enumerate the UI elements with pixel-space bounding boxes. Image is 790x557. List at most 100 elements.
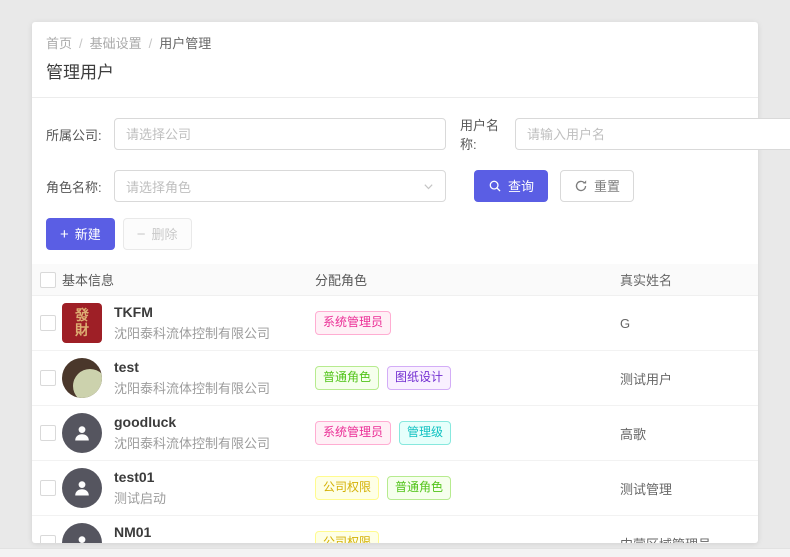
user-company: 沈阳泰科流体控制有限公司 [114, 323, 270, 342]
reset-button[interactable]: 重置 [560, 170, 634, 202]
role-select-placeholder: 请选择角色 [126, 177, 191, 196]
filter-row-2: 角色名称: 请选择角色 查询 [46, 170, 744, 202]
user-text: TKFM 沈阳泰科流体控制有限公司 [114, 304, 270, 342]
select-all-checkbox[interactable] [40, 272, 56, 288]
minus-icon: − [137, 227, 146, 242]
username-label: 用户名称: [460, 115, 515, 153]
company-label: 所属公司: [46, 125, 114, 144]
user-text: test 沈阳泰科流体控制有限公司 [114, 359, 270, 397]
user-name: test [114, 359, 270, 375]
avatar [62, 358, 102, 398]
search-button[interactable]: 查询 [474, 170, 548, 202]
company-input[interactable] [114, 118, 446, 150]
role-tag: 系统管理员 [315, 311, 391, 334]
username-input[interactable] [515, 118, 790, 150]
card-head: 首页 / 基础设置 / 用户管理 管理用户 [32, 22, 758, 84]
real-name: 测试用户 [620, 369, 758, 388]
role-tags: 系统管理员 [315, 311, 620, 334]
person-icon [71, 477, 93, 499]
role-tag: 公司权限 [315, 531, 379, 543]
breadcrumb-user-management: 用户管理 [159, 35, 211, 52]
row-checkbox[interactable] [40, 535, 56, 543]
delete-button[interactable]: − 删除 [123, 218, 192, 250]
avatar [62, 413, 102, 453]
avatar [62, 523, 102, 543]
create-button-label: 新建 [75, 228, 101, 241]
user-name: test01 [114, 469, 166, 485]
basic-info-cell: goodluck 沈阳泰科流体控制有限公司 [62, 413, 315, 453]
role-tag: 普通角色 [315, 366, 379, 389]
role-tags: 公司权限普通角色 [315, 476, 620, 499]
row-checkbox[interactable] [40, 480, 56, 496]
table-row: 發財 TKFM 沈阳泰科流体控制有限公司 系统管理员 G [32, 296, 758, 351]
real-name: 内蒙区域管理员 [620, 534, 758, 544]
user-name: TKFM [114, 304, 270, 320]
person-icon [71, 532, 93, 543]
row-checkbox-cell [32, 535, 62, 543]
breadcrumb: 首页 / 基础设置 / 用户管理 [46, 35, 744, 52]
header-basic-info-label: 基本信息 [62, 270, 114, 289]
basic-info-cell: test 沈阳泰科流体控制有限公司 [62, 358, 315, 398]
real-name: 测试管理 [620, 479, 758, 498]
real-name: 高歌 [620, 424, 758, 443]
role-tag: 图纸设计 [387, 366, 451, 389]
avatar [62, 468, 102, 508]
basic-info-cell: test01 测试启动 [62, 468, 315, 508]
filter-row-1: 所属公司: 用户名称: [46, 115, 744, 153]
breadcrumb-basic-settings[interactable]: 基础设置 [90, 35, 142, 52]
role-label: 角色名称: [46, 177, 114, 196]
filter-buttons: 查询 重置 [474, 170, 634, 202]
search-icon [488, 179, 502, 193]
reset-button-label: 重置 [594, 180, 620, 193]
basic-info-cell: NM01 内蒙古盛和热力有限公司 [62, 523, 315, 543]
role-tag: 公司权限 [315, 476, 379, 499]
person-icon [71, 422, 93, 444]
user-text: test01 测试启动 [114, 469, 166, 507]
user-name: NM01 [114, 524, 257, 540]
create-button[interactable]: + 新建 [46, 218, 115, 250]
basic-info-cell: 發財 TKFM 沈阳泰科流体控制有限公司 [62, 303, 315, 343]
role-select[interactable]: 请选择角色 [114, 170, 446, 202]
chevron-down-icon [423, 181, 434, 192]
header-real-name: 真实姓名 [620, 270, 758, 289]
real-name: G [620, 316, 758, 331]
delete-button-label: 删除 [152, 228, 178, 241]
row-checkbox-cell [32, 480, 62, 496]
search-button-label: 查询 [508, 180, 534, 193]
avatar: 發財 [62, 303, 102, 343]
horizontal-scrollbar[interactable] [0, 548, 790, 557]
row-checkbox-cell [32, 370, 62, 386]
header-real-name-label: 真实姓名 [620, 273, 672, 288]
header-basic-info: 基本信息 [62, 270, 315, 289]
row-checkbox[interactable] [40, 370, 56, 386]
filter-section: 所属公司: 用户名称: 角色名称: 请选择角色 [32, 98, 758, 250]
table-body: 發財 TKFM 沈阳泰科流体控制有限公司 系统管理员 G test 沈阳泰科流体… [32, 296, 758, 543]
breadcrumb-separator: / [79, 35, 83, 52]
company-field: 所属公司: [46, 118, 446, 150]
header-roles-label: 分配角色 [315, 270, 367, 289]
table-row: test01 测试启动 公司权限普通角色 测试管理 [32, 461, 758, 516]
user-company: 沈阳泰科流体控制有限公司 [114, 378, 270, 397]
header-checkbox-cell [32, 272, 62, 288]
breadcrumb-home[interactable]: 首页 [46, 35, 72, 52]
breadcrumb-separator: / [149, 35, 153, 52]
user-company: 测试启动 [114, 488, 166, 507]
table-row: test 沈阳泰科流体控制有限公司 普通角色图纸设计 测试用户 [32, 351, 758, 406]
plus-icon: + [60, 227, 69, 242]
role-tags: 公司权限 [315, 531, 620, 543]
row-checkbox-cell [32, 315, 62, 331]
table-header: 基本信息 分配角色 真实姓名 [32, 264, 758, 296]
user-table: 基本信息 分配角色 真实姓名 發財 TKFM 沈阳泰科流体控制有限公司 系统管理… [32, 264, 758, 543]
bulk-actions: + 新建 − 删除 [46, 218, 744, 250]
role-tag: 系统管理员 [315, 421, 391, 444]
role-tags: 普通角色图纸设计 [315, 366, 620, 389]
row-checkbox[interactable] [40, 425, 56, 441]
user-text: goodluck 沈阳泰科流体控制有限公司 [114, 414, 270, 452]
role-tag: 管理级 [399, 421, 451, 444]
header-roles: 分配角色 [315, 270, 620, 289]
table-row: NM01 内蒙古盛和热力有限公司 公司权限 内蒙区域管理员 [32, 516, 758, 543]
role-tags: 系统管理员管理级 [315, 421, 620, 444]
row-checkbox[interactable] [40, 315, 56, 331]
user-text: NM01 内蒙古盛和热力有限公司 [114, 524, 257, 543]
table-row: goodluck 沈阳泰科流体控制有限公司 系统管理员管理级 高歌 [32, 406, 758, 461]
